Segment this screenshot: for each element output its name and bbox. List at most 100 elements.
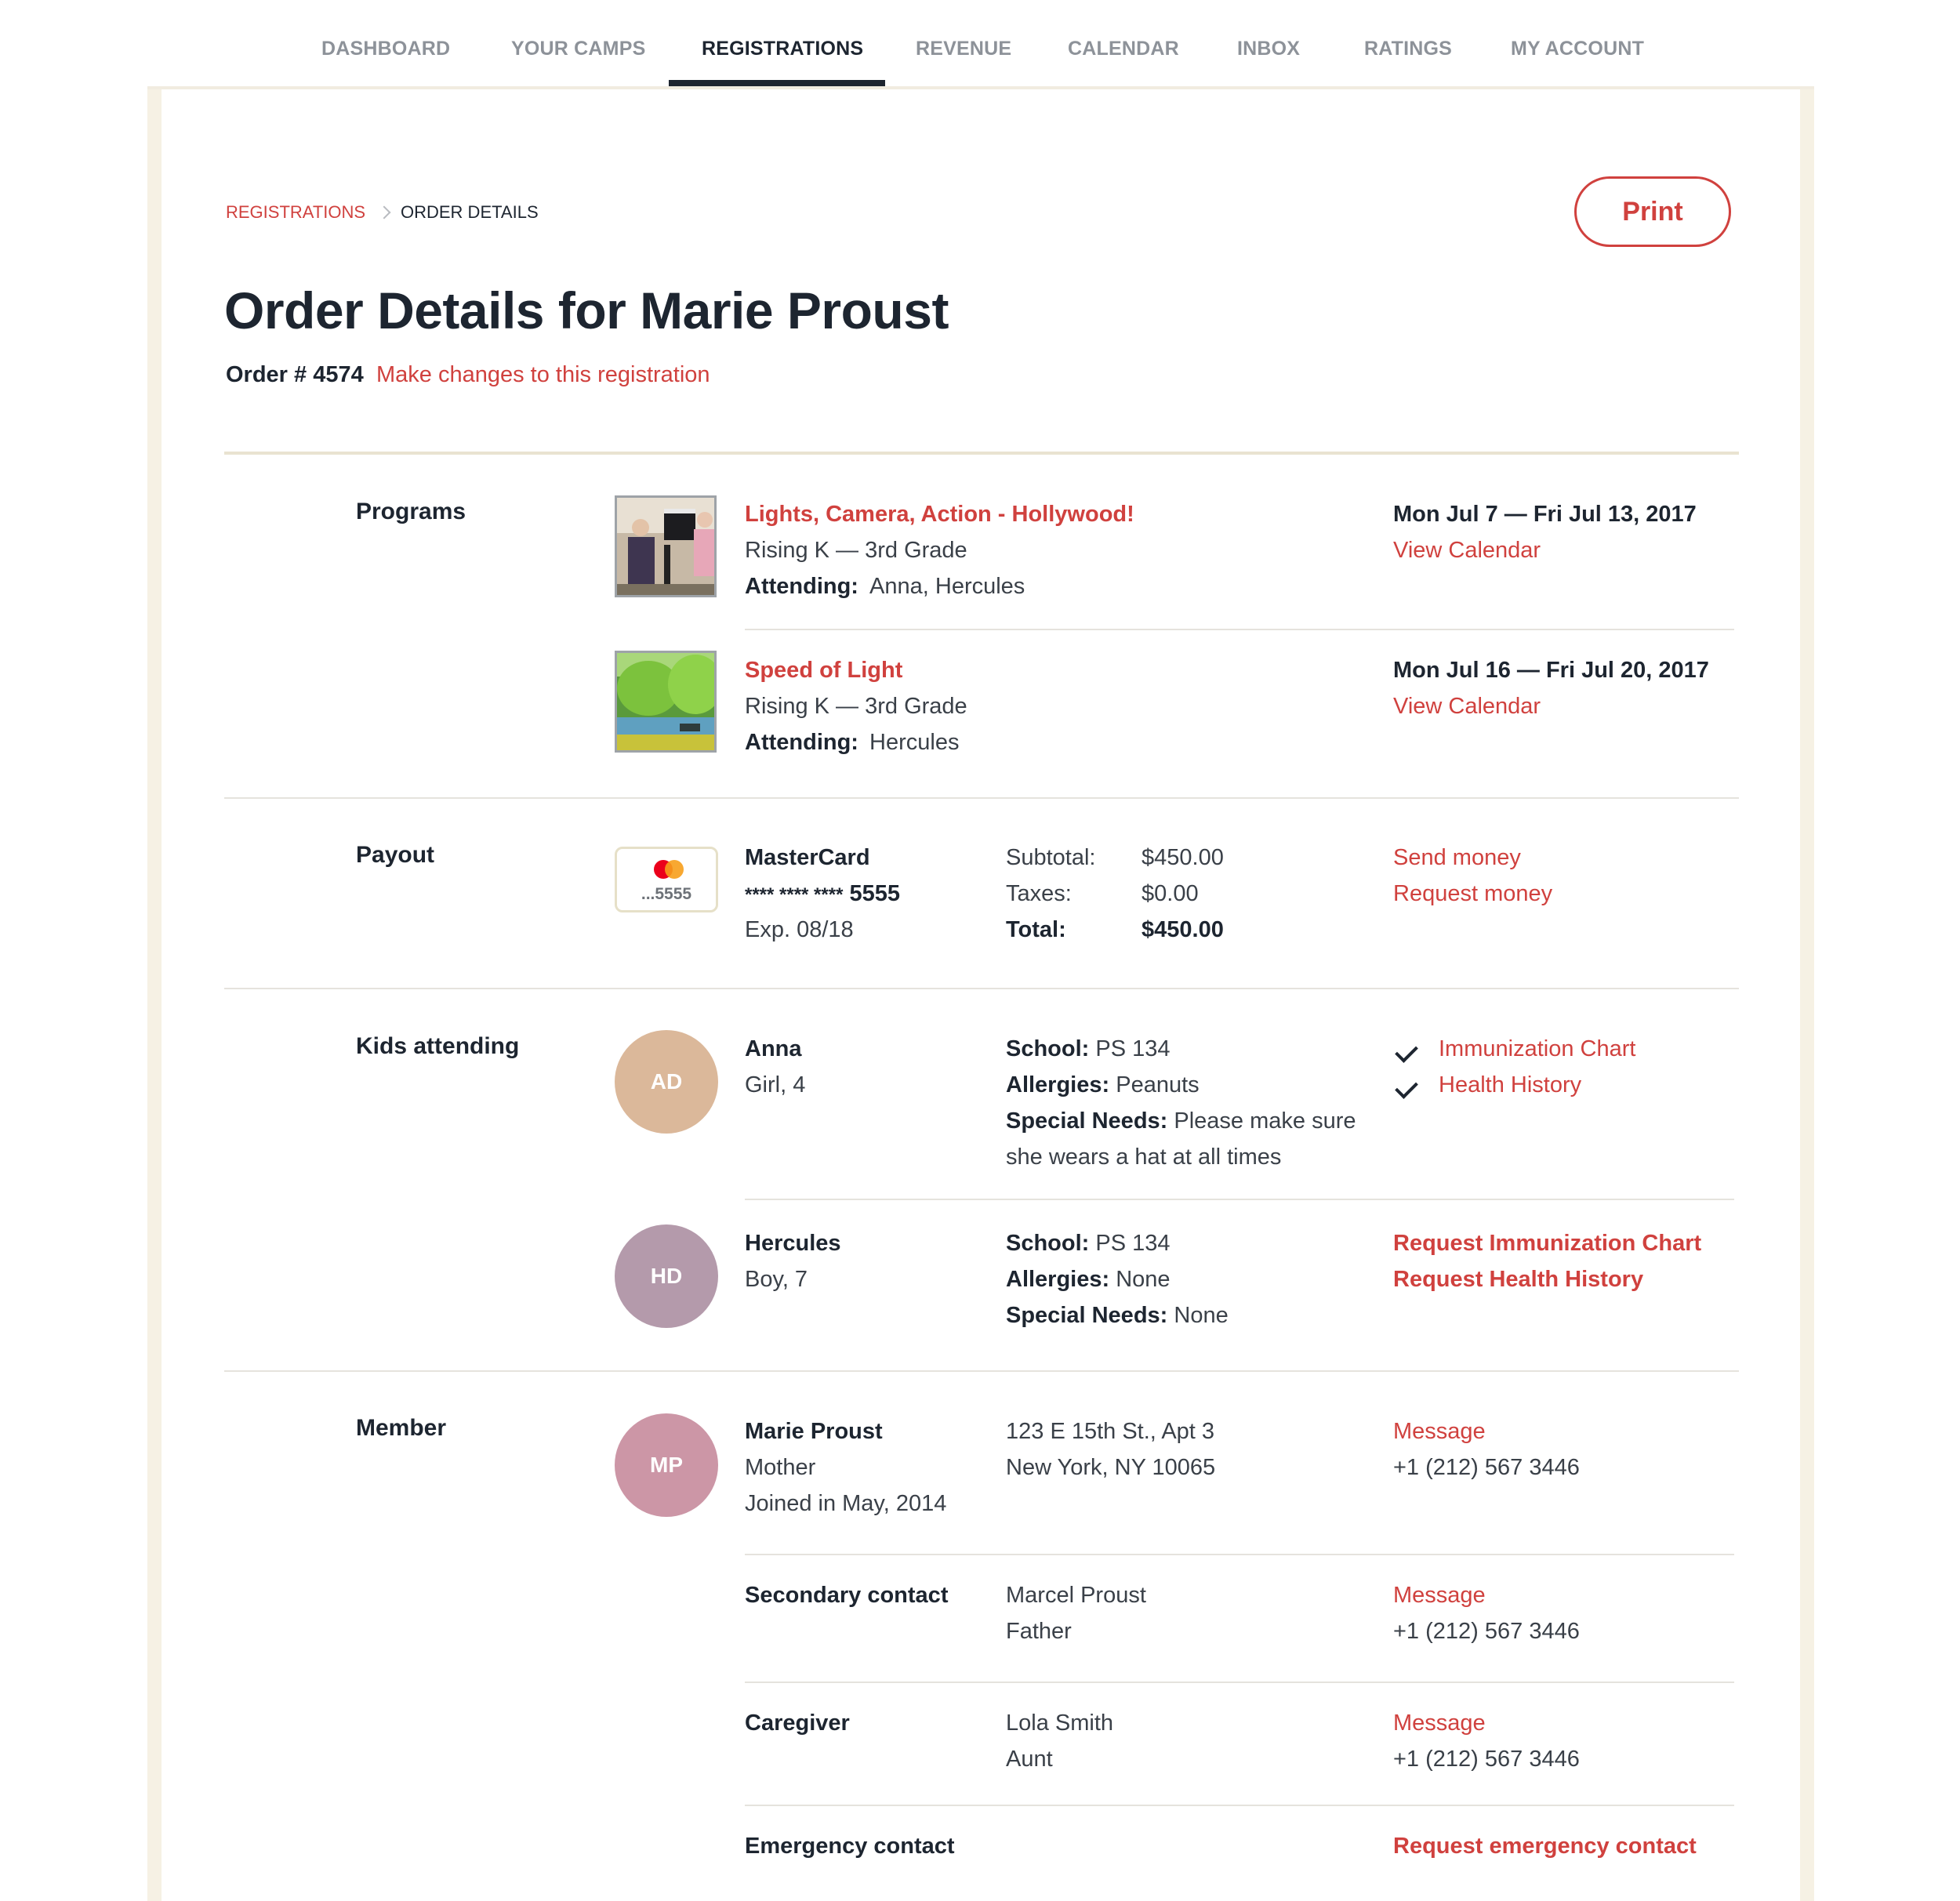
health-history-link[interactable]: Health History (1439, 1067, 1581, 1103)
request-money-link[interactable]: Request money (1393, 876, 1552, 912)
card-brand: MasterCard (745, 845, 870, 870)
allergies-label: Allergies: (1006, 1267, 1110, 1292)
breadcrumb-chevron-icon (377, 205, 391, 219)
member-phone: +1 (212) 567 3446 (1393, 1455, 1580, 1480)
section-label-member: Member (356, 1415, 447, 1441)
page-title: Order Details for Marie Proust (224, 281, 949, 339)
nav-your-camps[interactable]: YOUR CAMPS (511, 38, 645, 86)
taxes-value: $0.00 (1142, 881, 1199, 906)
member-joined: Joined in May, 2014 (745, 1491, 947, 1516)
print-button[interactable]: Print (1574, 176, 1731, 247)
divider (224, 1370, 1739, 1372)
contact-phone: +1 (212) 567 3446 (1393, 1747, 1580, 1772)
program-name-link[interactable]: Speed of Light (745, 652, 902, 688)
card-last4: 5555 (849, 881, 900, 906)
avatar: AD (615, 1030, 718, 1134)
kid-detail: Boy, 7 (745, 1267, 808, 1292)
kid-detail: Girl, 4 (745, 1072, 806, 1097)
contact-name: Lola Smith (1006, 1711, 1114, 1736)
view-calendar-link[interactable]: View Calendar (1393, 532, 1541, 568)
credit-card-badge: ...5555 (615, 847, 718, 912)
program-grades: Rising K — 3rd Grade (745, 694, 967, 719)
member-relation: Mother (745, 1455, 816, 1480)
divider (745, 629, 1734, 630)
program-name-link[interactable]: Lights, Camera, Action - Hollywood! (745, 496, 1134, 532)
attending-kids: Anna, Hercules (869, 574, 1025, 599)
school-value: PS 134 (1095, 1231, 1171, 1256)
contact-label: Caregiver (745, 1711, 850, 1736)
subtotal-value: $450.00 (1142, 845, 1224, 870)
divider (224, 988, 1739, 989)
section-label-kids: Kids attending (356, 1033, 520, 1059)
program-thumbnail-speed-of-light[interactable] (615, 651, 717, 753)
contact-relation: Aunt (1006, 1747, 1053, 1772)
divider (745, 1682, 1734, 1683)
taxes-label: Taxes: (1006, 881, 1072, 906)
request-immunization-chart-link[interactable]: Request Immunization Chart (1393, 1225, 1701, 1261)
divider (745, 1805, 1734, 1806)
divider (224, 797, 1739, 799)
mastercard-logo-icon (654, 860, 684, 879)
member-name: Marie Proust (745, 1419, 883, 1444)
check-icon (1395, 1076, 1418, 1099)
section-label-payout: Payout (356, 842, 435, 868)
member-address-line1: 123 E 15th St., Apt 3 (1006, 1419, 1215, 1444)
special-needs-value-cont: she wears a hat at all times (1006, 1145, 1282, 1170)
special-needs-label: Special Needs: (1006, 1108, 1168, 1134)
nav-inbox[interactable]: INBOX (1237, 38, 1300, 86)
divider (745, 1554, 1734, 1555)
breadcrumb-current: ORDER DETAILS (401, 202, 539, 222)
edit-registration-link[interactable]: Make changes to this registration (376, 362, 710, 388)
program-grades: Rising K — 3rd Grade (745, 538, 967, 563)
nav-revenue[interactable]: REVENUE (916, 38, 1011, 86)
nav-my-account[interactable]: MY ACCOUNT (1511, 38, 1644, 86)
kid-name: Hercules (745, 1231, 841, 1256)
school-label: School: (1006, 1231, 1090, 1256)
program-dates: Mon Jul 7 — Fri Jul 13, 2017 (1393, 502, 1697, 527)
content-frame-left (147, 86, 162, 1901)
kid-name: Anna (745, 1036, 802, 1061)
avatar: MP (615, 1413, 718, 1517)
immunization-chart-link[interactable]: Immunization Chart (1439, 1031, 1635, 1067)
content-frame-right (1800, 86, 1814, 1901)
nav-calendar[interactable]: CALENDAR (1068, 38, 1179, 86)
divider (745, 1199, 1734, 1200)
contact-relation: Father (1006, 1619, 1072, 1644)
message-link[interactable]: Message (1393, 1577, 1486, 1613)
subtotal-label: Subtotal: (1006, 845, 1096, 870)
nav-registrations[interactable]: REGISTRATIONS (702, 38, 863, 86)
contact-label: Secondary contact (745, 1583, 949, 1608)
message-link[interactable]: Message (1393, 1705, 1486, 1741)
breadcrumb-registrations[interactable]: REGISTRATIONS (226, 202, 365, 223)
view-calendar-link[interactable]: View Calendar (1393, 688, 1541, 724)
order-number: Order # 4574 (226, 362, 364, 387)
top-nav: DASHBOARD YOUR CAMPS REGISTRATIONS REVEN… (0, 0, 1960, 86)
send-money-link[interactable]: Send money (1393, 840, 1521, 876)
total-value: $450.00 (1142, 917, 1224, 942)
attending-label: Attending: (745, 730, 858, 755)
request-emergency-contact-link[interactable]: Request emergency contact (1393, 1828, 1697, 1864)
program-thumbnail-hollywood[interactable] (615, 495, 717, 597)
request-health-history-link[interactable]: Request Health History (1393, 1261, 1643, 1297)
member-address-line2: New York, NY 10065 (1006, 1455, 1216, 1480)
card-mask: **** **** **** (745, 884, 844, 905)
card-last4-badge: ...5555 (641, 885, 692, 903)
attending-label: Attending: (745, 574, 858, 599)
contact-phone: +1 (212) 567 3446 (1393, 1619, 1580, 1644)
school-label: School: (1006, 1036, 1090, 1061)
special-needs-value: None (1174, 1303, 1229, 1328)
content-frame-top (147, 86, 1814, 89)
special-needs-value: Please make sure (1174, 1108, 1356, 1134)
card-expiry: Exp. 08/18 (745, 917, 854, 942)
nav-active-indicator (669, 80, 885, 86)
contact-name: Marcel Proust (1006, 1583, 1146, 1608)
check-icon (1395, 1039, 1418, 1063)
allergies-label: Allergies: (1006, 1072, 1110, 1097)
nav-dashboard[interactable]: DASHBOARD (321, 38, 450, 86)
program-dates: Mon Jul 16 — Fri Jul 20, 2017 (1393, 658, 1709, 683)
allergies-value: None (1116, 1267, 1171, 1292)
special-needs-label: Special Needs: (1006, 1303, 1168, 1328)
avatar: HD (615, 1224, 718, 1328)
message-link[interactable]: Message (1393, 1413, 1486, 1449)
nav-ratings[interactable]: RATINGS (1364, 38, 1452, 86)
